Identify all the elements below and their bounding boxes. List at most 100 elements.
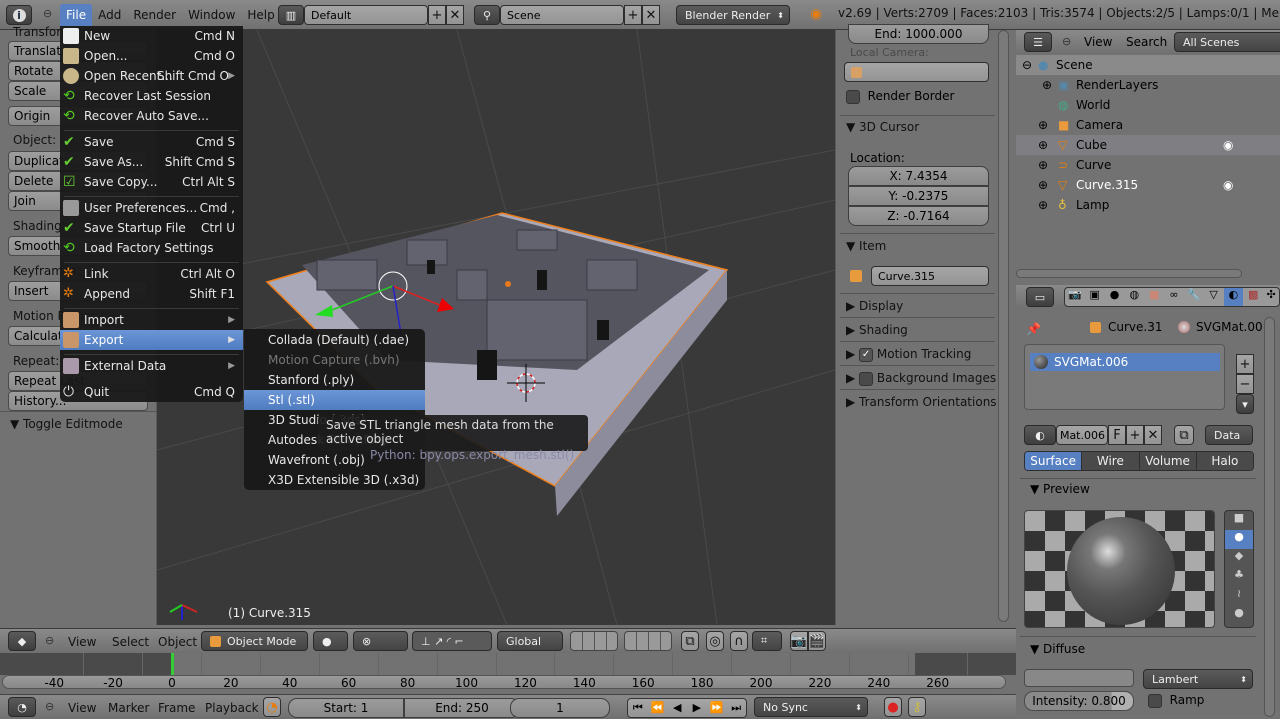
material-specials-menu[interactable]: ▾ — [1236, 394, 1254, 414]
texture-tab-icon[interactable]: ▩ — [1243, 288, 1263, 306]
jump-end-button[interactable]: ⏭ — [726, 699, 746, 717]
editor-type-selector[interactable]: i — [6, 5, 32, 25]
timeline-view-menu[interactable]: View — [68, 701, 96, 715]
screen-layout-icon[interactable]: ▥ — [278, 5, 304, 25]
lock-layers-button[interactable]: ⧉ — [681, 631, 699, 651]
render-layers-tab-icon[interactable]: ▣ — [1085, 288, 1105, 306]
3d-cursor-header[interactable]: ▼ 3D Cursor — [846, 120, 919, 134]
mode-dropdown[interactable]: Object Mode — [201, 631, 308, 651]
menu-item-external-data[interactable]: External Data ▶ — [60, 356, 243, 376]
current-frame-marker[interactable] — [171, 653, 174, 675]
remove-screen-button[interactable]: ✕ — [446, 5, 464, 25]
scene-icon[interactable]: ⚲ — [474, 5, 500, 25]
jump-start-button[interactable]: ⏮ — [628, 699, 648, 717]
remove-scene-button[interactable]: ✕ — [642, 5, 660, 25]
ramp-checkbox[interactable]: Ramp — [1148, 693, 1204, 708]
motion-tracking-checkbox[interactable]: ✓ — [859, 347, 874, 362]
manipulator-toggles[interactable]: ⊥ ↗ ◜ ⌐ — [412, 631, 492, 651]
scene-tab-icon[interactable]: ● — [1105, 288, 1125, 306]
local-camera-field[interactable] — [844, 62, 989, 82]
export-stl[interactable]: Stl (.stl) — [244, 390, 425, 410]
collapse-icon[interactable]: ⊖ — [45, 634, 54, 647]
render-border-checkbox[interactable]: Render Border — [846, 89, 954, 104]
outliner-view-menu[interactable]: View — [1084, 35, 1112, 49]
export-x3d[interactable]: X3D Extensible 3D (.x3d) — [244, 470, 425, 490]
collapse-icon[interactable]: ⊖ — [1062, 35, 1071, 48]
material-slot-item[interactable]: SVGMat.006 — [1030, 353, 1220, 371]
toggle-editmode-header[interactable]: ▼ Toggle Editmode — [10, 417, 123, 431]
preview-hair-button[interactable]: ≀ — [1225, 587, 1253, 606]
menu-item-new[interactable]: New Cmd N — [60, 26, 243, 46]
outliner-row-lamp[interactable]: ⊕ ♁ Lamp — [1016, 195, 1280, 215]
diffuse-shader-dropdown[interactable]: Lambert ⬍ — [1143, 669, 1253, 689]
fake-user-button[interactable]: F — [1108, 425, 1126, 445]
properties-scrollbar[interactable] — [1264, 317, 1275, 717]
render-engine-dropdown[interactable]: Blender Render ⬍ — [676, 5, 790, 25]
cursor-x-field[interactable]: X: 7.4354 — [848, 166, 989, 186]
menu-item-user-preferences[interactable]: User Preferences... Cmd , — [60, 198, 243, 218]
shading-panel-header[interactable]: ▶ Shading — [846, 323, 908, 337]
opengl-animation-button[interactable]: 🎬 — [808, 631, 826, 651]
outliner-row-renderlayers[interactable]: ⊕ ▣ RenderLayers — [1016, 75, 1280, 95]
menu-item-save-startup-file[interactable]: ✔ Save Startup File Ctrl U — [60, 218, 243, 238]
menu-help[interactable]: Help — [241, 4, 280, 26]
preview-sphere-button[interactable]: ● — [1225, 530, 1253, 549]
preview-range-button[interactable]: ◔ — [263, 697, 281, 717]
outliner-row-curve[interactable]: ⊕ ⊃ Curve — [1016, 155, 1280, 175]
jump-keyframe-back-button[interactable]: ⏪ — [648, 699, 668, 717]
play-reverse-button[interactable]: ◀ — [667, 699, 687, 717]
add-screen-button[interactable]: + — [428, 5, 446, 25]
scene-field[interactable]: Scene — [500, 5, 624, 25]
outliner-search-menu[interactable]: Search — [1126, 35, 1167, 49]
render-tab-icon[interactable]: 📷 — [1065, 288, 1085, 306]
tab-halo[interactable]: Halo — [1195, 452, 1253, 470]
remove-material-slot-button[interactable]: − — [1236, 374, 1254, 394]
constraints-tab-icon[interactable]: ∞ — [1164, 288, 1184, 306]
menu-file[interactable]: File — [60, 4, 93, 26]
menu-item-recover-auto-save[interactable]: ⟲ Recover Auto Save... — [60, 106, 243, 126]
transform-orientation-dropdown[interactable]: Global — [497, 631, 563, 651]
particles-tab-icon[interactable]: ✣ — [1263, 288, 1279, 306]
outliner-scrollbar[interactable] — [1016, 269, 1242, 278]
properties-editor-type[interactable]: ▭ — [1026, 287, 1054, 307]
new-material-button[interactable]: + — [1126, 425, 1144, 445]
snap-button[interactable]: ∩ — [730, 631, 748, 651]
outliner-row-scene[interactable]: ⊖ ● Scene — [1016, 55, 1280, 75]
editor-type-cube-icon[interactable]: ◆ — [8, 631, 36, 651]
cursor-z-field[interactable]: Z: -0.7164 — [848, 206, 989, 226]
menu-item-quit[interactable]: ⏻ Quit Cmd Q — [60, 382, 243, 402]
diffuse-color-swatch[interactable] — [1024, 669, 1134, 687]
outliner-row-camera[interactable]: ⊕ ■ Camera — [1016, 115, 1280, 135]
browse-material-button[interactable]: ◐ — [1024, 425, 1056, 445]
add-material-slot-button[interactable]: + — [1236, 354, 1254, 374]
collapse-menu-icon[interactable]: ⊖ — [43, 7, 52, 20]
viewport-select-menu[interactable]: Select — [112, 635, 149, 649]
viewport-shading-dropdown[interactable]: ● — [313, 631, 348, 651]
viewport-object-menu[interactable]: Object — [158, 635, 197, 649]
tab-surface[interactable]: Surface — [1025, 452, 1082, 470]
menu-item-load-factory-settings[interactable]: ⟲ Load Factory Settings — [60, 238, 243, 258]
outliner-row-cube[interactable]: ⊕ ▽ Cube ◉ — [1016, 135, 1280, 155]
pivot-point-dropdown[interactable]: ⊗ — [353, 631, 408, 651]
unlink-material-button[interactable]: ✕ — [1144, 425, 1162, 445]
layer-buttons-1[interactable] — [570, 631, 618, 651]
display-panel-header[interactable]: ▶ Display — [846, 299, 903, 313]
keying-set-button[interactable]: ⚷ — [908, 697, 926, 717]
timeline-marker-menu[interactable]: Marker — [108, 701, 149, 715]
menu-item-link[interactable]: ✲ Link Ctrl Alt O — [60, 264, 243, 284]
material-name-field[interactable]: Mat.006 — [1056, 425, 1108, 445]
intensity-slider[interactable]: Intensity: 0.800 — [1024, 691, 1134, 711]
menu-add[interactable]: Add — [92, 4, 127, 26]
record-button[interactable]: ● — [884, 697, 902, 717]
tab-volume[interactable]: Volume — [1138, 452, 1196, 470]
preview-flat-button[interactable]: ■ — [1225, 511, 1253, 530]
export-collada[interactable]: Collada (Default) (.dae) — [244, 330, 425, 350]
3d-viewport[interactable]: User Persp — [157, 30, 835, 625]
node-tree-button[interactable]: ⧉ — [1174, 425, 1194, 445]
outliner-row-world[interactable]: ◍ World — [1016, 95, 1280, 115]
add-scene-button[interactable]: + — [624, 5, 642, 25]
material-tab-icon[interactable]: ◐ — [1223, 288, 1244, 306]
menu-item-append[interactable]: ✲ Append Shift F1 — [60, 284, 243, 304]
end-frame-field[interactable]: End: 250 — [404, 698, 520, 718]
sync-dropdown[interactable]: No Sync ⬍ — [754, 697, 868, 717]
